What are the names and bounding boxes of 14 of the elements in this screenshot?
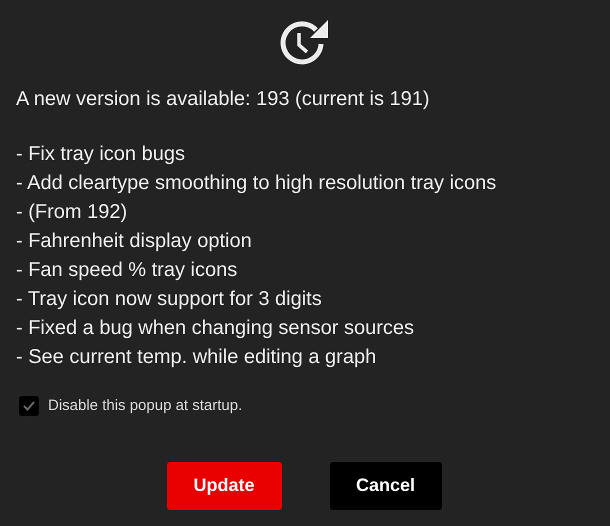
update-button[interactable]: Update <box>166 462 282 510</box>
checkmark-icon <box>23 401 35 412</box>
changelog-line: - (From 192) <box>16 200 128 225</box>
checkbox[interactable] <box>19 396 39 416</box>
changelog-line: - Fan speed % tray icons <box>16 258 238 283</box>
checkbox-label: Disable this popup at startup. <box>48 396 242 416</box>
version-message: A new version is available: 193 (current is 191) <box>16 87 431 111</box>
changelog-line: - Fix tray icon bugs <box>16 142 186 167</box>
changelog-line: - See current temp. while editing a graph <box>16 345 378 370</box>
changelog-line: - Add cleartype smoothing to high resolution tray icons <box>16 171 498 196</box>
cancel-button[interactable]: Cancel <box>330 462 442 510</box>
changelog-line: - Fixed a bug when changing sensor sources <box>16 316 416 341</box>
changelog-line: - Fahrenheit display option <box>16 229 253 254</box>
changelog-line: - Tray icon now support for 3 digits <box>16 287 323 312</box>
